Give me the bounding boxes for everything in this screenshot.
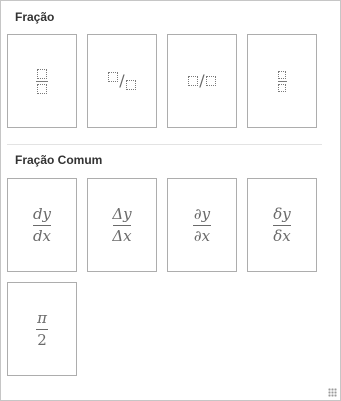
denominator-placeholder: [125, 80, 136, 90]
denominator: 2: [37, 330, 47, 349]
partial-y-partial-x-preview: ∂y ∂x: [168, 179, 236, 271]
fraction-bar: [193, 224, 211, 226]
section-header-common-fraction: Fração Comum: [15, 153, 103, 167]
small-fraction-preview: [248, 35, 316, 127]
linear-fraction-tile[interactable]: /: [167, 34, 237, 128]
small-delta-y-delta-x-preview: δy δx: [248, 179, 316, 271]
dy-dx-fraction-tile[interactable]: dy dx: [7, 178, 77, 272]
stacked-fraction-tile[interactable]: [7, 34, 77, 128]
denominator-placeholder: [278, 83, 286, 92]
numerator-placeholder: [188, 76, 199, 86]
denominator: Δx: [112, 226, 132, 245]
numerator-placeholder: [278, 70, 286, 79]
small-delta-y-delta-x-fraction-tile[interactable]: δy δx: [247, 178, 317, 272]
section-divider: [7, 144, 322, 145]
skewed-fraction-tile[interactable]: /: [87, 34, 157, 128]
numerator: ∂y: [193, 204, 211, 223]
fraction-bar: [36, 328, 48, 330]
numerator: dy: [32, 204, 52, 223]
fraction-bar: [273, 224, 291, 226]
equation-gallery-panel: Fração / / Fração Comum dy dx Δy Δx ∂y ∂…: [0, 0, 341, 401]
fraction-slash: /: [119, 71, 125, 90]
denominator: ∂x: [193, 226, 211, 245]
numerator-placeholder: [37, 68, 47, 79]
skewed-fraction-preview: /: [88, 35, 156, 127]
denominator: dx: [32, 226, 52, 245]
numerator: π: [37, 308, 47, 327]
denominator: δx: [273, 226, 291, 245]
resize-grip[interactable]: [328, 388, 337, 397]
denominator-placeholder: [205, 76, 216, 86]
small-fraction-tile[interactable]: [247, 34, 317, 128]
section-header-fraction: Fração: [15, 10, 55, 24]
fraction-bar: [36, 80, 48, 82]
fraction-bar: [113, 224, 131, 226]
partial-y-partial-x-fraction-tile[interactable]: ∂y ∂x: [167, 178, 237, 272]
numerator: δy: [273, 204, 291, 223]
denominator-placeholder: [37, 83, 47, 94]
numerator-placeholder: [108, 72, 119, 82]
delta-y-delta-x-preview: Δy Δx: [88, 179, 156, 271]
numerator: Δy: [112, 204, 132, 223]
linear-fraction-preview: /: [168, 35, 236, 127]
fraction-bar: [277, 80, 287, 82]
fraction-bar: [32, 224, 51, 226]
delta-y-delta-x-fraction-tile[interactable]: Δy Δx: [87, 178, 157, 272]
dy-dx-preview: dy dx: [8, 179, 76, 271]
pi-over-2-fraction-tile[interactable]: π 2: [7, 282, 77, 376]
stacked-fraction-preview: [8, 35, 76, 127]
pi-over-2-preview: π 2: [8, 283, 76, 375]
fraction-slash: /: [199, 71, 205, 90]
